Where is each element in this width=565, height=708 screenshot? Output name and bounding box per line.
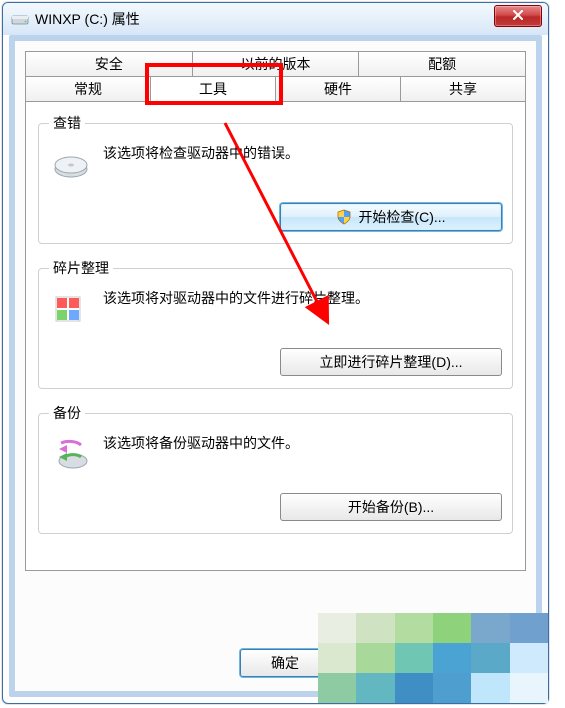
group-defragmentation: 碎片整理 该选项将对驱动器中的文件进行碎片整理。 — [38, 258, 513, 389]
defrag-icon — [51, 290, 91, 330]
group-error-checking: 查错 该选项将检查驱动器中的错误。 — [38, 113, 513, 244]
shield-icon — [336, 209, 352, 225]
tab-panel-tools: 查错 该选项将检查驱动器中的错误。 — [25, 101, 526, 571]
ok-button[interactable]: 确定 — [240, 649, 330, 677]
window-title: WINXP (C:) 属性 — [35, 9, 140, 29]
tab-control: 安全 以前的版本 配额 常规 工具 硬件 共享 查错 — [15, 41, 536, 571]
group-backup: 备份 该选项将备份驱动器中的文件。 — [38, 403, 513, 534]
defragment-now-button[interactable]: 立即进行碎片整理(D)... — [280, 348, 502, 376]
close-icon — [512, 9, 524, 23]
check-now-button[interactable]: 开始检查(C)... — [280, 203, 502, 231]
tab-label: 配额 — [428, 54, 456, 74]
tab-quota[interactable]: 配额 — [358, 51, 526, 77]
group-legend: 查错 — [49, 113, 85, 133]
censored-region — [318, 613, 548, 703]
tab-label: 常规 — [74, 79, 102, 99]
backup-now-button[interactable]: 开始备份(B)... — [280, 493, 502, 521]
disk-check-icon — [51, 145, 91, 185]
tab-hardware[interactable]: 硬件 — [275, 77, 401, 102]
tab-security[interactable]: 安全 — [25, 51, 193, 77]
tab-label: 硬件 — [324, 79, 352, 99]
group-description: 该选项将检查驱动器中的错误。 — [103, 141, 299, 163]
group-legend: 备份 — [49, 403, 85, 423]
button-label: 确定 — [271, 653, 299, 673]
tab-sharing[interactable]: 共享 — [400, 77, 526, 102]
tab-row-back: 安全 以前的版本 配额 — [25, 51, 526, 77]
tab-general[interactable]: 常规 — [25, 77, 151, 102]
properties-dialog: WINXP (C:) 属性 安全 以前的版本 配额 常规 工具 硬件 共享 — [2, 2, 549, 704]
button-label: 开始检查(C)... — [358, 207, 445, 227]
tab-tools[interactable]: 工具 — [150, 77, 276, 102]
tab-label: 工具 — [199, 79, 227, 99]
client-area: 安全 以前的版本 配额 常规 工具 硬件 共享 查错 — [9, 35, 542, 697]
drive-icon — [11, 10, 29, 28]
close-button[interactable] — [494, 5, 542, 27]
group-description: 该选项将备份驱动器中的文件。 — [103, 431, 299, 453]
tab-label: 共享 — [449, 79, 477, 99]
group-description: 该选项将对驱动器中的文件进行碎片整理。 — [103, 286, 369, 308]
backup-icon — [51, 435, 91, 475]
titlebar: WINXP (C:) 属性 — [3, 3, 548, 35]
button-label: 立即进行碎片整理(D)... — [319, 352, 462, 372]
tab-label: 以前的版本 — [241, 54, 311, 74]
tab-previous-versions[interactable]: 以前的版本 — [192, 51, 360, 77]
tab-label: 安全 — [95, 54, 123, 74]
group-legend: 碎片整理 — [49, 258, 113, 278]
tab-row-front: 常规 工具 硬件 共享 — [25, 77, 526, 102]
button-label: 开始备份(B)... — [348, 497, 434, 517]
